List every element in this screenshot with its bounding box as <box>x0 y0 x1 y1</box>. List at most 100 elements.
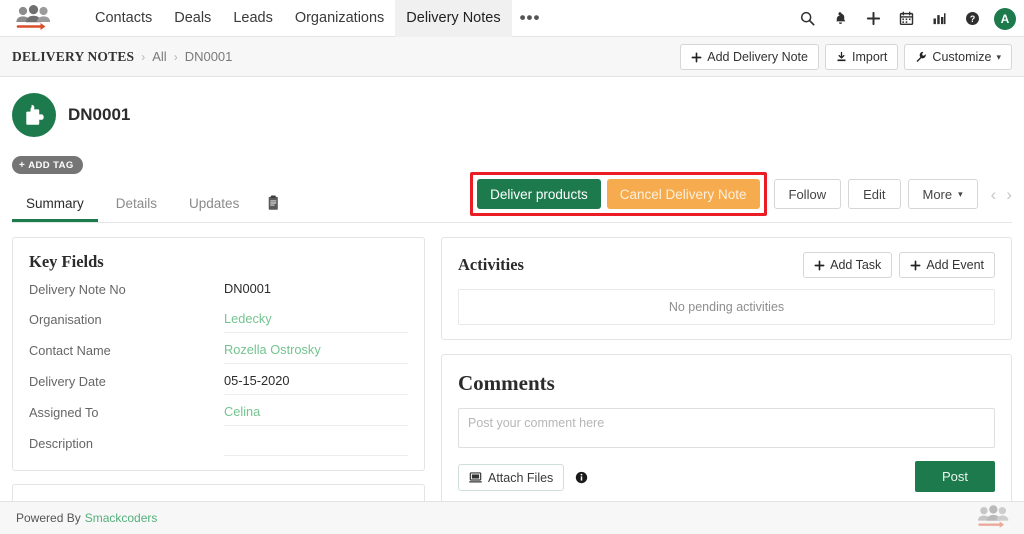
footer-logo <box>974 505 1010 532</box>
puzzle-piece-icon <box>25 104 44 125</box>
more-label: More <box>922 186 953 202</box>
key-field-value-delivery-date[interactable]: 05-15-2020 <box>224 370 408 395</box>
breadcrumb-bar: DELIVERY NOTES › All › DN0001 Add Delive… <box>0 37 1024 77</box>
key-field-label: Organisation <box>29 312 102 327</box>
activities-actions: Add Task Add Event <box>803 252 995 278</box>
plus-icon <box>910 260 921 270</box>
record-header: DN0001 + ADD TAG Deliver products Cancel… <box>0 77 1024 216</box>
people-group-arrow-logo-icon <box>16 5 51 30</box>
highlight-box: Deliver products Cancel Delivery Note <box>470 172 767 216</box>
page-title: DN0001 <box>68 105 131 124</box>
follow-button[interactable]: Follow <box>773 179 842 209</box>
top-nav-actions: ? A <box>792 0 1016 37</box>
key-field-label: Delivery Note No <box>29 282 126 297</box>
nav-overflow-menu-icon[interactable]: ••• <box>512 0 549 37</box>
tab-updates[interactable]: Updates <box>175 196 253 222</box>
key-field-row: Description <box>29 426 408 456</box>
add-delivery-note-button[interactable]: Add Delivery Note <box>680 44 819 70</box>
add-tag-button[interactable]: + ADD TAG <box>12 156 83 174</box>
breadcrumb-all[interactable]: All <box>152 49 166 64</box>
add-task-label: Add Task <box>830 258 882 272</box>
breadcrumb-root[interactable]: DELIVERY NOTES <box>12 49 134 65</box>
key-field-value-assigned-to[interactable]: Celina <box>224 401 408 426</box>
bell-icon[interactable] <box>825 4 855 34</box>
chevron-down-icon: ▾ <box>958 188 963 199</box>
comments-title: Comments <box>458 371 555 395</box>
comments-card: Comments Attach Files Post <box>441 354 1012 506</box>
key-field-label: Contact Name <box>29 343 111 358</box>
add-delivery-note-label: Add Delivery Note <box>707 50 808 64</box>
user-avatar[interactable]: A <box>994 7 1016 30</box>
nav-item-organizations[interactable]: Organizations <box>284 0 395 37</box>
calendar-icon[interactable] <box>891 4 921 34</box>
attach-files-button[interactable]: Attach Files <box>458 464 565 491</box>
key-field-value-contact-name[interactable]: Rozella Ostrosky <box>224 339 408 364</box>
add-task-button[interactable]: Add Task <box>803 252 893 278</box>
main-nav-items: Contacts Deals Leads Organizations Deliv… <box>84 0 548 37</box>
more-button[interactable]: More ▾ <box>907 179 978 209</box>
plus-icon[interactable] <box>858 4 888 34</box>
customize-button[interactable]: Customize ▾ <box>904 44 1012 70</box>
chart-icon[interactable] <box>924 4 954 34</box>
activities-card: Activities Add Task Add Event No pending… <box>441 237 1012 340</box>
tab-details[interactable]: Details <box>102 196 171 222</box>
top-navigation-bar: Contacts Deals Leads Organizations Deliv… <box>0 0 1024 37</box>
key-field-row: Organisation Ledecky <box>29 302 408 333</box>
wrench-icon <box>916 51 927 63</box>
key-field-value-delivery-note-no[interactable]: DN0001 <box>224 278 408 302</box>
key-field-value-organisation[interactable]: Ledecky <box>224 308 408 333</box>
comments-footer: Attach Files Post <box>458 461 995 492</box>
breadcrumb-separator-2: › <box>173 49 178 64</box>
plus-icon: + <box>19 159 26 171</box>
customize-label: Customize <box>932 50 992 64</box>
deliver-products-button[interactable]: Deliver products <box>477 179 601 209</box>
monitor-icon <box>469 472 482 483</box>
key-field-label: Assigned To <box>29 405 99 420</box>
cancel-delivery-note-button[interactable]: Cancel Delivery Note <box>606 179 760 209</box>
add-event-label: Add Event <box>926 258 984 272</box>
key-field-value-description[interactable] <box>224 432 408 456</box>
key-field-row: Delivery Note No DN0001 <box>29 272 408 302</box>
key-field-row: Contact Name Rozella Ostrosky <box>29 333 408 364</box>
chevron-down-icon: ▾ <box>996 51 1001 62</box>
key-field-row: Delivery Date 05-15-2020 <box>29 364 408 395</box>
nav-item-contacts[interactable]: Contacts <box>84 0 163 37</box>
record-pager: ‹ › <box>991 186 1012 203</box>
import-button[interactable]: Import <box>824 44 899 70</box>
post-comment-button[interactable]: Post <box>915 461 995 492</box>
record-title-row: DN0001 <box>12 93 1012 137</box>
app-logo[interactable] <box>0 0 64 37</box>
breadcrumb-current: DN0001 <box>184 49 233 64</box>
comment-input[interactable] <box>458 408 995 448</box>
search-icon[interactable] <box>792 4 822 34</box>
key-fields-card: Key Fields Delivery Note No DN0001 Organ… <box>12 237 425 471</box>
breadcrumb-actions: Add Delivery Note Import Customize ▾ <box>680 44 1012 70</box>
next-record-icon[interactable]: › <box>1006 186 1012 203</box>
previous-record-icon[interactable]: ‹ <box>991 186 997 203</box>
help-icon[interactable]: ? <box>957 4 987 34</box>
nav-item-deals[interactable]: Deals <box>163 0 222 37</box>
nav-item-leads[interactable]: Leads <box>222 0 284 37</box>
breadcrumb-separator: › <box>141 49 146 64</box>
edit-button[interactable]: Edit <box>848 179 901 209</box>
nav-item-delivery-notes[interactable]: Delivery Notes <box>395 0 512 37</box>
record-actions: Deliver products Cancel Delivery Note Fo… <box>470 172 1012 216</box>
right-column: Activities Add Task Add Event No pending… <box>441 237 1012 518</box>
info-circle-icon[interactable] <box>575 471 588 484</box>
download-icon <box>837 51 846 62</box>
plus-icon <box>814 260 825 270</box>
add-tag-label: ADD TAG <box>28 159 74 171</box>
tab-summary[interactable]: Summary <box>12 196 98 222</box>
clipboard-notes-icon[interactable] <box>257 195 290 222</box>
powered-by-label: Powered By <box>16 511 81 525</box>
add-event-button[interactable]: Add Event <box>899 252 995 278</box>
summary-body: Key Fields Delivery Note No DN0001 Organ… <box>0 223 1024 518</box>
smackcoders-link[interactable]: Smackcoders <box>85 511 158 525</box>
svg-text:?: ? <box>969 14 974 24</box>
import-label: Import <box>851 50 888 64</box>
key-fields-title: Key Fields <box>29 252 104 271</box>
activities-title: Activities <box>458 255 524 274</box>
activities-empty-state: No pending activities <box>458 289 995 325</box>
record-avatar <box>12 93 56 137</box>
key-field-label: Delivery Date <box>29 374 106 389</box>
